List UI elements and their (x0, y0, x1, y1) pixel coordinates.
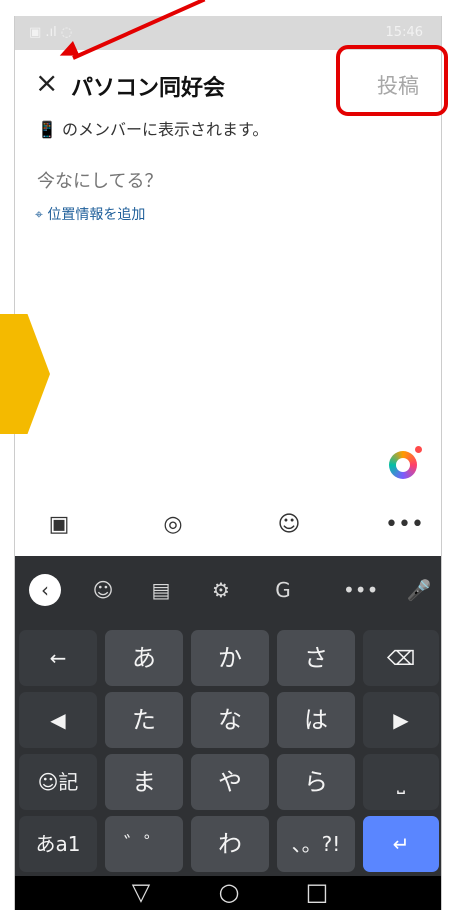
keyboard-suggestion-bar: ‹ ☺ ▤ ⚙ G ••• 🎤 (15, 556, 441, 622)
status-time: 15:46 (385, 25, 423, 40)
more-icon[interactable]: ••• (385, 512, 424, 544)
camera-icon[interactable]: ◎ (157, 512, 189, 544)
post-input[interactable] (35, 164, 419, 198)
post-highlight-box (336, 45, 448, 116)
back-icon[interactable]: ▽ (121, 878, 161, 906)
key-cursor-right[interactable]: ▶ (363, 692, 439, 748)
phone-icon: 📱 (37, 120, 57, 139)
add-location-link[interactable]: ⌖ 位置情報を追加 (35, 204, 145, 224)
close-icon[interactable]: × (35, 68, 58, 98)
color-picker-icon[interactable] (389, 446, 422, 479)
key-mode-switch[interactable]: あa1 (19, 816, 97, 872)
notification-dot-icon (415, 446, 422, 453)
key-wa[interactable]: わ (191, 816, 269, 872)
post-toolbar: ▣ ◎ ☺ ••• (15, 504, 441, 552)
microphone-icon[interactable]: 🎤 (403, 574, 435, 606)
location-label: 位置情報を追加 (47, 207, 146, 223)
key-enter[interactable]: ↵ (363, 816, 439, 872)
members-visibility-note: 📱 のメンバーに表示されます。 (37, 116, 268, 140)
keyboard-more-icon[interactable]: ••• (343, 574, 378, 606)
key-ka[interactable]: か (191, 630, 269, 686)
key-ra[interactable]: ら (277, 754, 355, 810)
key-ta[interactable]: た (105, 692, 183, 748)
key-punctuation[interactable]: 、。?! (277, 816, 355, 872)
key-ma[interactable]: ま (105, 754, 183, 810)
translate-icon[interactable]: G (267, 574, 299, 606)
keyboard-back-icon[interactable]: ‹ (29, 574, 61, 606)
page-title: パソコン同好会 (71, 76, 226, 101)
emoji-icon[interactable]: ☺ (273, 512, 305, 544)
key-ya[interactable]: や (191, 754, 269, 810)
clipboard-icon[interactable]: ▤ (145, 574, 177, 606)
recent-apps-icon[interactable]: □ (297, 878, 337, 906)
image-icon[interactable]: ▣ (43, 512, 75, 544)
key-emoji-symbols[interactable]: ☺記 (19, 754, 97, 810)
key-a[interactable]: あ (105, 630, 183, 686)
key-na[interactable]: な (191, 692, 269, 748)
key-dakuten[interactable]: ゛゜ (105, 816, 183, 872)
key-cursor-left[interactable]: ◀ (19, 692, 97, 748)
status-icons: ▣ .ıl ◌ (29, 25, 73, 40)
key-ha[interactable]: は (277, 692, 355, 748)
location-pin-icon: ⌖ (35, 207, 43, 223)
members-note-text: のメンバーに表示されます。 (62, 120, 269, 139)
sticker-icon[interactable]: ☺ (87, 574, 119, 606)
key-space[interactable]: ⎵ (363, 754, 439, 810)
system-navigation-bar: ▽ ○ □ (15, 876, 441, 910)
settings-icon[interactable]: ⚙ (205, 574, 237, 606)
home-icon[interactable]: ○ (209, 878, 249, 906)
keyboard: ‹ ☺ ▤ ⚙ G ••• 🎤 ← あ か さ ⌫ ◀ た な は ▶ ☺記 ま… (15, 556, 441, 876)
key-sa[interactable]: さ (277, 630, 355, 686)
key-left-arrow[interactable]: ← (19, 630, 97, 686)
key-delete[interactable]: ⌫ (363, 630, 439, 686)
app-frame: ▣ .ıl ◌ 15:46 × パソコン同好会 投稿 📱 のメンバーに表示されま… (14, 16, 442, 910)
